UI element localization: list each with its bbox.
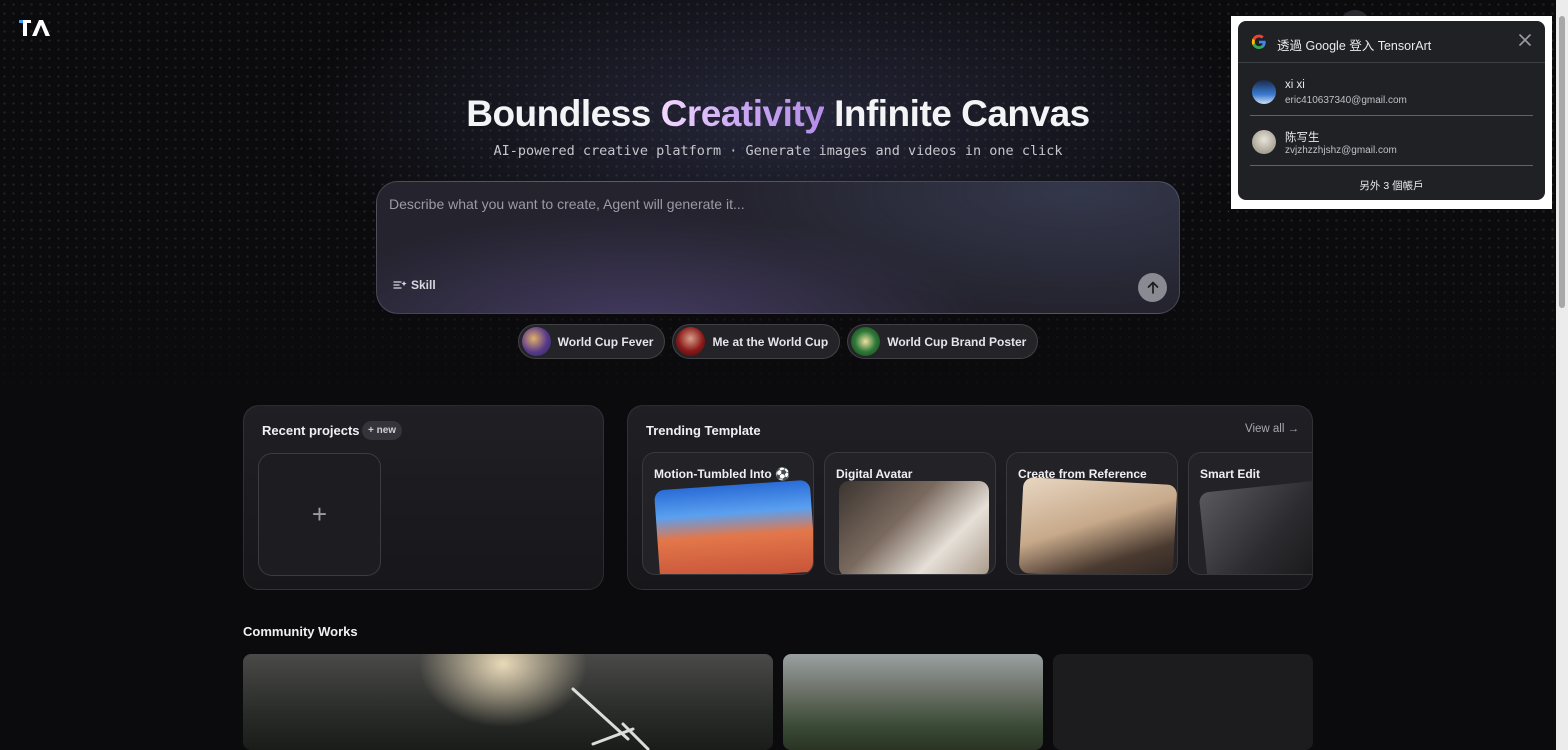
google-g-icon: [1251, 34, 1266, 49]
recent-projects-card: Recent projects + new +: [243, 405, 604, 590]
trending-template-card: Trending Template View all → Motion-Tumb…: [627, 405, 1313, 590]
account-email: zvjzhzzhjshz@gmail.com: [1285, 145, 1397, 156]
google-signin-popup: 透過 Google 登入 TensorArt xi xi eric4106373…: [1238, 21, 1545, 200]
template-thumbnail: [653, 479, 813, 574]
tensorart-logo[interactable]: [19, 17, 53, 39]
trending-template-title: Trending Template: [646, 423, 761, 438]
community-work-item[interactable]: [783, 654, 1043, 750]
suggestion-chips: World Cup Fever Me at the World Cup Worl…: [0, 324, 1556, 359]
template-label: Motion-Tumbled Into ⚽: [654, 467, 791, 481]
community-works-title: Community Works: [243, 624, 358, 639]
arrow-up-icon: [1147, 281, 1158, 294]
divider: [1250, 115, 1533, 116]
skill-label: Skill: [411, 278, 436, 292]
template-create-from-reference[interactable]: Create from Reference: [1006, 452, 1178, 575]
template-thumbnail: [839, 481, 989, 574]
send-button[interactable]: [1138, 273, 1167, 302]
community-work-item[interactable]: [1053, 654, 1313, 750]
chip-label: World Cup Brand Poster: [887, 334, 1027, 349]
view-all-link[interactable]: View all →: [1245, 423, 1299, 435]
new-project-badge[interactable]: + new: [362, 421, 403, 440]
chip-world-cup-fever[interactable]: World Cup Fever: [517, 324, 666, 359]
divider: [1250, 165, 1533, 166]
template-thumbnail: [1018, 477, 1177, 574]
close-icon[interactable]: [1516, 31, 1534, 49]
google-popup-title: 透過 Google 登入 TensorArt: [1277, 39, 1432, 53]
account-name: 陈写生: [1285, 132, 1320, 144]
template-label: Smart Edit: [1200, 467, 1261, 481]
chip-thumbnail: [851, 327, 881, 356]
account-email: eric410637340@gmail.com: [1285, 95, 1407, 106]
account-avatar: [1252, 80, 1276, 104]
community-work-item[interactable]: [243, 654, 773, 750]
hero-title-accent: Creativity: [660, 93, 825, 134]
skill-sparkle-icon: [393, 281, 407, 289]
skill-button[interactable]: Skill: [393, 278, 436, 292]
template-thumbnail: [1198, 477, 1312, 574]
google-account-item[interactable]: 陈写生 zvjzhzzhjshz@gmail.com: [1250, 117, 1533, 167]
google-account-item[interactable]: xi xi eric410637340@gmail.com: [1250, 67, 1533, 117]
scrollbar-thumb[interactable]: [1559, 16, 1565, 308]
account-avatar: [1252, 130, 1276, 154]
chip-thumbnail: [521, 327, 551, 356]
chip-label: Me at the World Cup: [712, 334, 829, 349]
recent-projects-title: Recent projects: [262, 423, 360, 438]
template-smart-edit[interactable]: Smart Edit: [1188, 452, 1312, 575]
more-accounts-link[interactable]: 另外 3 個帳戶: [1238, 178, 1545, 193]
plus-icon: +: [311, 499, 328, 529]
account-name: xi xi: [1285, 79, 1305, 91]
airplane-icon: [571, 687, 650, 750]
google-popup-header: 透過 Google 登入 TensorArt: [1238, 21, 1545, 63]
chip-thumbnail: [676, 327, 706, 356]
template-digital-avatar[interactable]: Digital Avatar: [824, 452, 996, 575]
template-motion-tumbled[interactable]: Motion-Tumbled Into ⚽: [642, 452, 814, 575]
add-project-button[interactable]: +: [258, 453, 381, 576]
prompt-box: Skill: [376, 181, 1180, 314]
chip-world-cup-brand-poster[interactable]: World Cup Brand Poster: [847, 324, 1039, 359]
prompt-input[interactable]: [389, 196, 1149, 212]
chip-label: World Cup Fever: [557, 334, 654, 349]
template-label: Digital Avatar: [836, 467, 913, 481]
chip-me-at-world-cup[interactable]: Me at the World Cup: [672, 324, 841, 359]
